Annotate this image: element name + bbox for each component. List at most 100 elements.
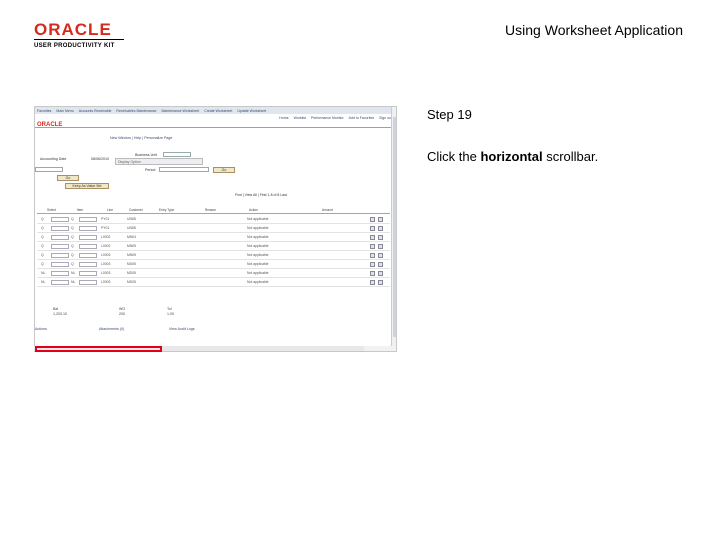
- row-lookup-2[interactable]: Q: [71, 262, 74, 266]
- total-label-wo: WO: [119, 307, 126, 311]
- menu-item-main-menu[interactable]: Main Menu: [56, 109, 73, 113]
- row-lookup-2[interactable]: Q: [71, 235, 74, 239]
- total-value-wo: 200: [119, 312, 125, 316]
- row-lookup-1[interactable]: NL: [41, 280, 45, 284]
- vertical-scrollbar-thumb[interactable]: [392, 117, 396, 337]
- row-input[interactable]: [79, 252, 97, 258]
- period-select[interactable]: [159, 167, 209, 172]
- row-input[interactable]: [51, 270, 69, 276]
- business-unit-input[interactable]: [163, 152, 191, 157]
- table-row: NL NL L0003 MD05 Not applicable: [37, 269, 390, 278]
- link-worklist[interactable]: Worklist: [294, 116, 306, 120]
- row-add-icon[interactable]: [370, 234, 375, 240]
- row-lookup-2[interactable]: Q: [71, 226, 74, 230]
- row-customer: MD05: [127, 271, 137, 275]
- row-delete-icon[interactable]: [378, 225, 383, 231]
- display-option-tab[interactable]: Display Option: [115, 158, 203, 165]
- row-customer: MD05: [127, 280, 137, 284]
- row-line: L0003: [101, 271, 111, 275]
- menu-item-maintenance-worksheet[interactable]: Maintenance Worksheet: [162, 109, 200, 113]
- row-delete-icon[interactable]: [378, 234, 383, 240]
- keep-as-value-set-button[interactable]: Keep As Value Set: [65, 183, 109, 189]
- row-input[interactable]: [51, 225, 69, 231]
- top-links: Home Worklist Performance Monitor Add to…: [279, 116, 392, 120]
- row-add-icon[interactable]: [370, 252, 375, 258]
- row-add-icon[interactable]: [370, 279, 375, 285]
- row-lookup-1[interactable]: Q: [41, 253, 44, 257]
- instruction-before: Click the: [427, 149, 481, 164]
- grid-navigation[interactable]: Find | View All | First 1-8 of 8 Last: [235, 193, 287, 197]
- row-input[interactable]: [51, 261, 69, 267]
- row-customer: UN5D: [127, 217, 137, 221]
- link-view-audit-logs[interactable]: View Audit Logs: [169, 327, 195, 331]
- accounting-date-label: Accounting Date: [40, 157, 67, 161]
- row-input[interactable]: [79, 225, 97, 231]
- row-action: Not applicable: [247, 262, 269, 266]
- link-actions[interactable]: Actions: [35, 327, 47, 331]
- menu-item-update-worksheet[interactable]: Update Worksheet: [237, 109, 266, 113]
- menu-item-create-worksheet[interactable]: Create Worksheet: [204, 109, 232, 113]
- row-add-icon[interactable]: [370, 261, 375, 267]
- row-input[interactable]: [79, 270, 97, 276]
- row-lookup-2[interactable]: NL: [71, 280, 75, 284]
- row-lookup-2[interactable]: Q: [71, 253, 74, 257]
- row-delete-icon[interactable]: [378, 216, 383, 222]
- row-lookup-1[interactable]: Q: [41, 262, 44, 266]
- grid-col-line: Line: [107, 208, 114, 212]
- grid-col-entry-type: Entry Type: [159, 208, 175, 212]
- row-lookup-1[interactable]: NL: [41, 271, 45, 275]
- row-action: Not applicable: [247, 271, 269, 275]
- vertical-scrollbar[interactable]: [391, 107, 396, 351]
- horizontal-scrollbar-highlight[interactable]: [35, 346, 162, 352]
- go-button[interactable]: Go: [57, 175, 79, 181]
- row-input[interactable]: [51, 252, 69, 258]
- business-unit-label: Business Unit: [135, 153, 157, 157]
- logo-rule: [34, 39, 124, 40]
- row-input[interactable]: [51, 243, 69, 249]
- link-home[interactable]: Home: [279, 116, 288, 120]
- row-lookup-2[interactable]: Q: [71, 217, 74, 221]
- row-lookup-2[interactable]: Q: [71, 244, 74, 248]
- link-add-to-favorites[interactable]: Add to Favorites: [349, 116, 374, 120]
- row-delete-icon[interactable]: [378, 261, 383, 267]
- row-lookup-2[interactable]: NL: [71, 271, 75, 275]
- select-input[interactable]: [35, 167, 63, 172]
- row-input[interactable]: [79, 261, 97, 267]
- menu-item-favorites[interactable]: Favorites: [37, 109, 51, 113]
- row-add-icon[interactable]: [370, 270, 375, 276]
- table-row: NL NL L0003 MD05 Not applicable: [37, 278, 390, 287]
- row-action: Not applicable: [247, 217, 269, 221]
- row-delete-icon[interactable]: [378, 279, 383, 285]
- row-line: L0002: [101, 235, 111, 239]
- menu-item-receivables-maintenance[interactable]: Receivables Maintenance: [116, 109, 156, 113]
- row-delete-icon[interactable]: [378, 243, 383, 249]
- table-row: Q Q PY01 UN5D Not applicable: [37, 224, 390, 233]
- page-links[interactable]: New Window | Help | Personalize Page: [110, 136, 172, 140]
- go-button-right[interactable]: Go: [213, 167, 235, 173]
- row-delete-icon[interactable]: [378, 252, 383, 258]
- row-input[interactable]: [79, 279, 97, 285]
- application-screenshot: Favorites Main Menu Accounts Receivable …: [34, 106, 397, 352]
- link-performance-monitor[interactable]: Performance Monitor: [311, 116, 344, 120]
- breadcrumb-menubar: Favorites Main Menu Accounts Receivable …: [35, 107, 396, 114]
- grid-header: Select Item Line Customer Entry Type Rea…: [37, 207, 390, 214]
- menu-item-accounts-receivable[interactable]: Accounts Receivable: [79, 109, 112, 113]
- row-add-icon[interactable]: [370, 216, 375, 222]
- link-attachments[interactable]: Attachments (0): [99, 327, 124, 331]
- table-row: Q Q L0002 MN05 Not applicable: [37, 242, 390, 251]
- row-input[interactable]: [79, 243, 97, 249]
- row-input[interactable]: [51, 279, 69, 285]
- table-row: Q Q L0003 MN05 Not applicable: [37, 251, 390, 260]
- row-lookup-1[interactable]: Q: [41, 244, 44, 248]
- grid-col-item: Item: [77, 208, 84, 212]
- row-add-icon[interactable]: [370, 243, 375, 249]
- row-delete-icon[interactable]: [378, 270, 383, 276]
- row-input[interactable]: [79, 216, 97, 222]
- row-add-icon[interactable]: [370, 225, 375, 231]
- row-input[interactable]: [51, 234, 69, 240]
- row-lookup-1[interactable]: Q: [41, 226, 44, 230]
- row-lookup-1[interactable]: Q: [41, 235, 44, 239]
- row-input[interactable]: [51, 216, 69, 222]
- row-lookup-1[interactable]: Q: [41, 217, 44, 221]
- row-input[interactable]: [79, 234, 97, 240]
